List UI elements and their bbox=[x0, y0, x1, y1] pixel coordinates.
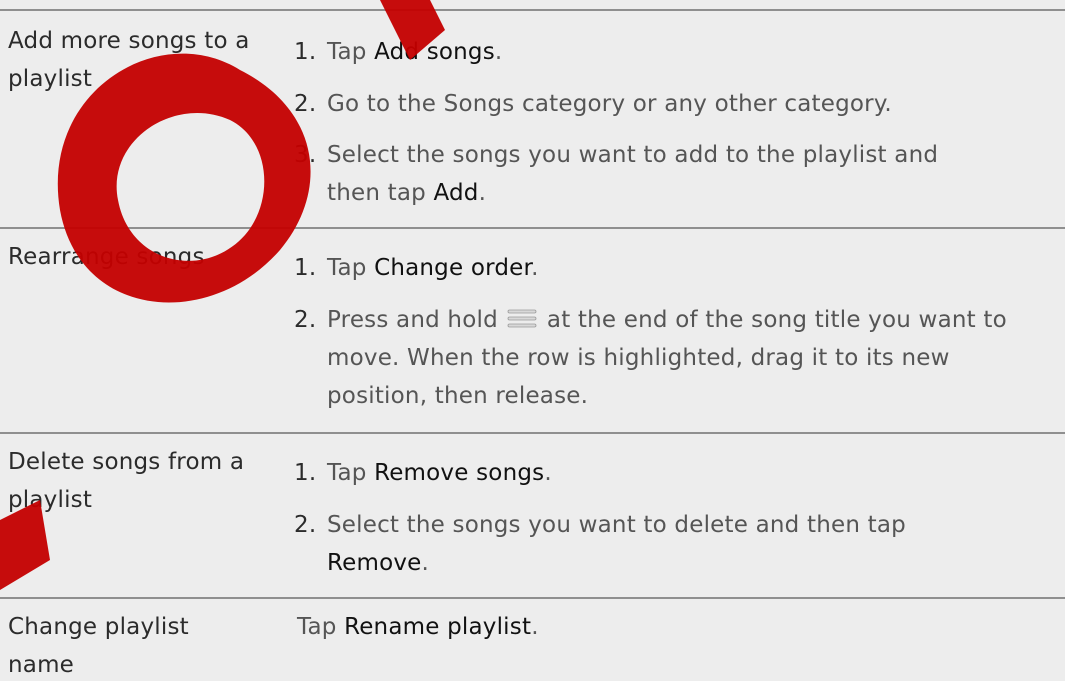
action-label: Remove songs bbox=[374, 460, 545, 486]
step-number: 2. bbox=[294, 512, 317, 538]
step-rearrange-1: 1. Tap Change order. bbox=[294, 249, 1027, 287]
step-text: Tap bbox=[327, 460, 375, 486]
row-divider bbox=[0, 432, 1065, 434]
action-label: Add bbox=[433, 180, 479, 206]
action-label: Add songs bbox=[374, 39, 495, 65]
step-text-end: . bbox=[531, 255, 539, 281]
step-text-end: . bbox=[494, 39, 503, 65]
step-delete-2: 2. Select the songs you want to delete a… bbox=[294, 506, 987, 582]
step-number: 2. bbox=[294, 307, 317, 333]
step-text: Go to the Songs category or any other ca… bbox=[327, 91, 892, 117]
step-delete-1: 1. Tap Remove songs. bbox=[294, 454, 1027, 492]
step-text: Press and hold bbox=[327, 307, 498, 333]
playlist-instructions-table: Add more songs to a playlist 1. Tap Add … bbox=[0, 0, 1065, 681]
step-number: 3. bbox=[294, 142, 317, 168]
step-number: 1. bbox=[294, 460, 317, 486]
step-number: 2. bbox=[294, 91, 317, 117]
row-label-add-songs: Add more songs to a playlist bbox=[8, 28, 250, 92]
row-divider bbox=[0, 227, 1065, 229]
step-add-3: 3. Select the songs you want to add to t… bbox=[294, 136, 947, 212]
step-number: 1. bbox=[294, 255, 317, 281]
step-text: Tap bbox=[327, 39, 375, 65]
row-divider bbox=[0, 597, 1065, 599]
action-label: Change order bbox=[374, 255, 532, 281]
step-text: Select the songs you want to delete and … bbox=[327, 512, 906, 538]
step-number: 1. bbox=[294, 39, 317, 65]
step-text-end: . bbox=[478, 180, 487, 206]
step-text: Select the songs you want to add to the … bbox=[327, 142, 939, 206]
action-label: Remove bbox=[327, 550, 422, 576]
table-top-border bbox=[0, 9, 1065, 11]
row-label-rearrange: Rearrange songs bbox=[8, 244, 205, 270]
row-label-rename: Change playlist name bbox=[8, 614, 189, 678]
step-text-end: . bbox=[544, 460, 552, 486]
row-label-delete: Delete songs from a playlist bbox=[8, 449, 245, 513]
step-add-2: 2. Go to the Songs category or any other… bbox=[294, 85, 1027, 123]
action-label: Rename playlist bbox=[344, 614, 532, 640]
step-text: Tap bbox=[327, 255, 375, 281]
drag-handle-icon bbox=[507, 309, 537, 328]
step-add-1: 1. Tap Add songs. bbox=[294, 33, 1027, 71]
step-text-end: . bbox=[421, 550, 430, 576]
step-text: Tap bbox=[297, 614, 345, 640]
step-rename: Tap Rename playlist. bbox=[297, 608, 997, 646]
step-text-end: . bbox=[531, 614, 539, 640]
step-rearrange-2: 2. Press and hold at the end of the song… bbox=[294, 301, 1047, 415]
